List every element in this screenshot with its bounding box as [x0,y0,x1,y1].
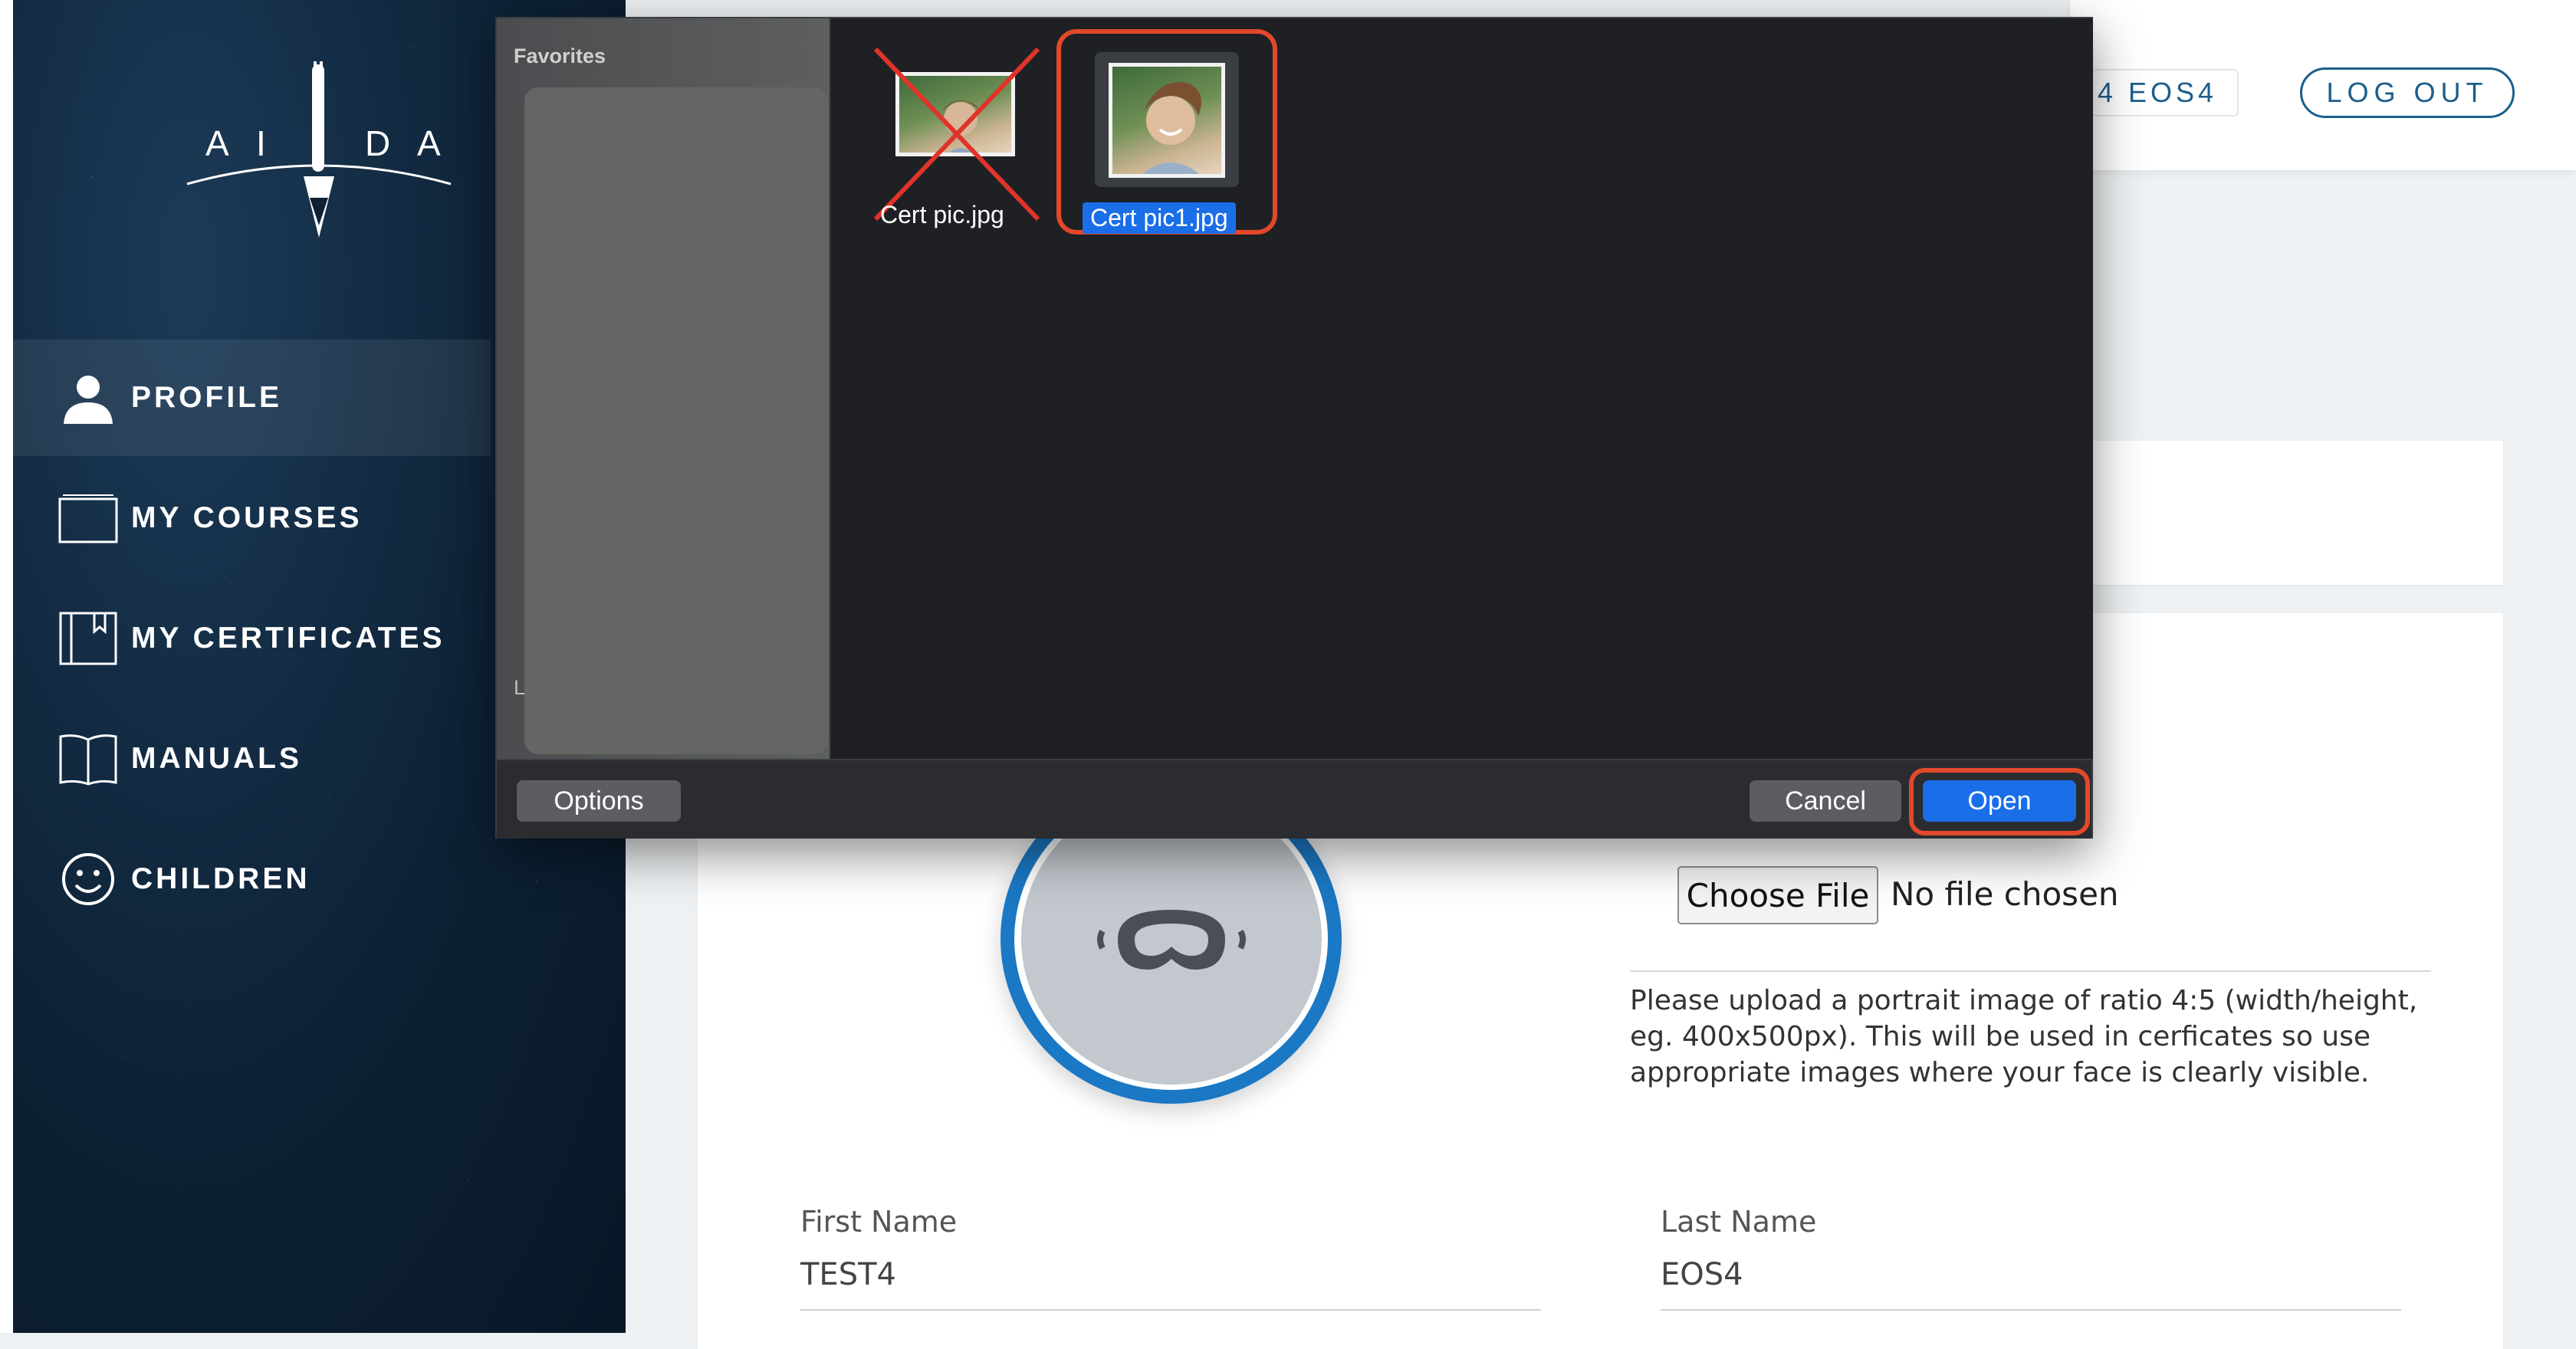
sidebar-item-children[interactable]: CHILDREN [13,821,491,937]
choose-file-button[interactable]: Choose File [1677,866,1878,924]
last-name-underline [1661,1309,2401,1311]
last-name-label: Last Name [1661,1205,1817,1239]
upload-hint-text: Please upload a portrait image of ratio … [1630,985,2418,1088]
file-thumbnail [1109,63,1225,178]
file-browser-area[interactable]: Cert pic.jpg Cert pic1.jpg [830,18,2093,759]
first-name-label: First Name [800,1205,958,1239]
no-file-chosen-text: No file chosen [1891,875,2119,913]
sidebar-item-my-certificates[interactable]: MY CERTIFICATES [13,580,491,697]
favorites-heading: Favorites [514,44,606,67]
sidebar-item-my-courses[interactable]: MY COURSES [13,460,491,576]
user-name-chip[interactable]: 4 EOS4 [2091,69,2239,117]
file-item-selected[interactable]: Cert pic1.jpg [1069,41,1299,271]
sidebar-edge [0,0,13,1333]
sidebar-item-manuals[interactable]: MANUALS [13,701,491,817]
book-bookmark-icon [58,608,119,669]
divider [1630,970,2431,972]
dialog-footer: Options Cancel Open [497,759,2091,839]
file-open-dialog: Favorites L Cert pic.jpg Cert pic1.jpg O [495,17,2093,839]
sidebar-item-profile[interactable]: PROFILE [13,340,491,456]
favorites-list[interactable] [524,87,828,754]
sidebar-item-label: PROFILE [131,381,283,414]
options-button[interactable]: Options [517,780,681,822]
file-name-selected: Cert pic1.jpg [1083,202,1236,234]
sidebar-item-label: MY COURSES [131,501,363,534]
logo-letter-i: I [256,123,266,163]
cancel-button[interactable]: Cancel [1750,780,1901,822]
cross-out-mark-icon [873,47,1040,222]
logo-letter-a: A [205,123,229,163]
smiley-icon [58,848,119,910]
first-name-underline [800,1309,1541,1311]
file-name: Cert pic.jpg [880,201,1004,228]
last-name-field[interactable]: EOS4 [1661,1257,1743,1292]
dialog-sidebar: Favorites L [497,18,830,759]
folder-icon [58,487,119,549]
first-name-field[interactable]: TEST4 [800,1257,896,1292]
aida-logo[interactable]: A I D A [181,61,457,245]
sidebar-item-label: MANUALS [131,742,302,775]
logout-button[interactable]: LOG OUT [2300,67,2515,118]
sidebar-section-label: L [514,676,526,699]
open-button[interactable]: Open [1923,780,2076,822]
open-book-icon [58,728,119,789]
logo-letter-d: D [365,123,391,163]
person-icon [58,367,119,428]
vr-goggles-icon [1096,910,1246,970]
sidebar-item-label: CHILDREN [131,862,310,895]
sidebar-item-label: MY CERTIFICATES [131,622,445,655]
logo-letter-a2: A [417,123,441,163]
